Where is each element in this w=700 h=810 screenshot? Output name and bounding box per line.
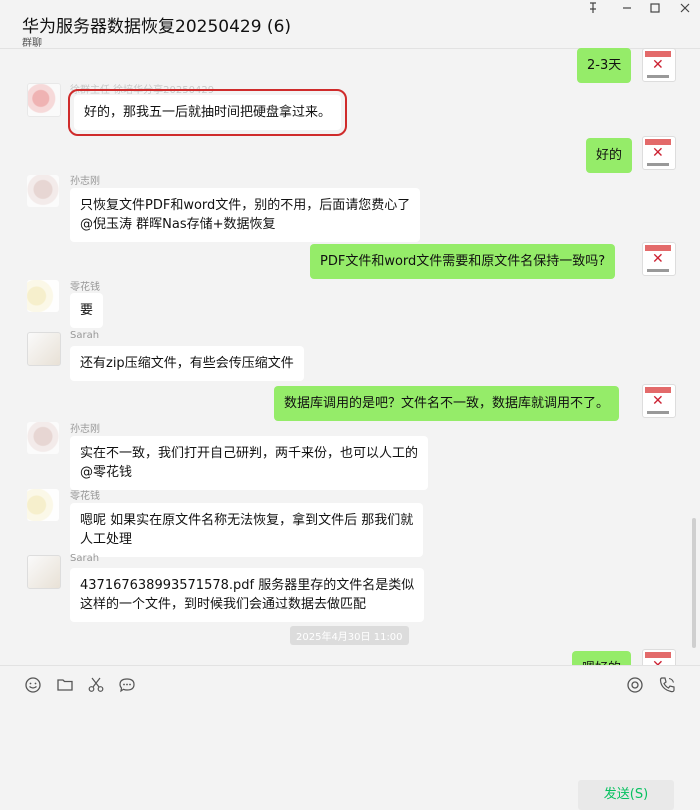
message-bubble[interactable]: 嗯好的 [572, 651, 632, 665]
message-bubble[interactable]: 嗯呢 如果实在原文件名称无法恢复，拿到文件后 那我们就 人工处理 [70, 503, 424, 557]
chat-subtitle: 群聊 [22, 38, 42, 49]
message-bubble[interactable]: 要 [70, 293, 104, 328]
timestamp-divider: 2025年4月30日 11:00 [290, 626, 409, 645]
self-avatar[interactable]: ✕ [642, 48, 676, 82]
title-bar: 华为服务器数据恢复20250429 (6) 群聊 [0, 0, 700, 49]
message-bubble[interactable]: 实在不一致，我们打开自己研判，两千来份，也可以人工的 @零花钱 [70, 436, 429, 490]
avatar[interactable] [27, 489, 59, 521]
sender-name: Sarah [70, 330, 100, 341]
message-line: 实在不一致，我们打开自己研判，两千来份，也可以人工的 [80, 446, 419, 461]
scrollbar-thumb[interactable] [692, 518, 696, 648]
sender-name: 零花钱 [70, 491, 100, 502]
pin-icon[interactable] [580, 2, 606, 20]
sender-name: 零花钱 [70, 282, 100, 293]
maximize-icon[interactable] [642, 2, 668, 20]
self-avatar[interactable]: ✕ [642, 136, 676, 170]
avatar[interactable] [27, 332, 61, 366]
message-line: @零花钱 [80, 465, 133, 480]
message-bubble[interactable]: 2-3天 [577, 48, 632, 83]
chat-area[interactable]: 2-3天 ✕ 徐群主任 徐培华分享20250429 好的，那我五一后就抽时间把硬… [0, 48, 700, 665]
message-line: 嗯呢 如果实在原文件名称无法恢复，拿到文件后 那我们就 [80, 513, 414, 528]
voice-call-icon[interactable] [658, 676, 678, 696]
sender-name: 孙志刚 [70, 176, 100, 187]
message-bubble[interactable]: 只恢复文件PDF和word文件，别的不用，后面请您费心了 @倪玉涛 群晖Nas存… [70, 188, 421, 242]
message-line: 437167638993571578.pdf 服务器里存的文件名是类似 [80, 578, 415, 593]
minimize-icon[interactable] [614, 2, 640, 20]
avatar[interactable] [27, 175, 59, 207]
avatar[interactable] [27, 422, 59, 454]
sender-name: Sarah [70, 553, 100, 564]
avatar[interactable] [27, 83, 61, 117]
message-bubble[interactable]: 437167638993571578.pdf 服务器里存的文件名是类似 这样的一… [70, 568, 425, 622]
sender-name: 孙志刚 [70, 424, 100, 435]
close-icon[interactable] [672, 2, 698, 20]
sender-name: 徐群主任 徐培华分享20250429 [70, 85, 215, 96]
self-avatar[interactable]: ✕ [642, 242, 676, 276]
message-bubble[interactable]: 好的，那我五一后就抽时间把硬盘拿过来。 [67, 89, 348, 136]
self-avatar[interactable]: ✕ [642, 384, 676, 418]
message-bubble[interactable]: PDF文件和word文件需要和原文件名保持一致吗? [310, 244, 616, 279]
screen-share-icon[interactable] [626, 676, 646, 696]
folder-icon[interactable] [56, 676, 76, 696]
input-area[interactable]: 发送(S) [0, 665, 700, 810]
send-button[interactable]: 发送(S) [578, 780, 674, 810]
message-line: 只恢复文件PDF和word文件，别的不用，后面请您费心了 [80, 198, 411, 213]
message-bubble[interactable]: 还有zip压缩文件，有些会传压缩文件 [70, 346, 304, 381]
message-line: @倪玉涛 群晖Nas存储+数据恢复 [80, 217, 276, 232]
avatar[interactable] [27, 280, 59, 312]
self-avatar[interactable]: ✕ [642, 649, 676, 665]
message-line: 这样的一个文件，到时候我们会通过数据去做匹配 [80, 597, 367, 612]
chat-title: 华为服务器数据恢复20250429 (6) [22, 17, 292, 37]
avatar[interactable] [27, 555, 61, 589]
message-line: 人工处理 [80, 532, 133, 547]
scissors-icon[interactable] [87, 676, 107, 696]
chat-history-icon[interactable] [118, 676, 138, 696]
message-bubble[interactable]: 数据库调用的是吧？文件名不一致，数据库就调用不了。 [274, 386, 620, 421]
emoji-icon[interactable] [24, 676, 44, 696]
message-bubble[interactable]: 好的 [586, 138, 633, 173]
